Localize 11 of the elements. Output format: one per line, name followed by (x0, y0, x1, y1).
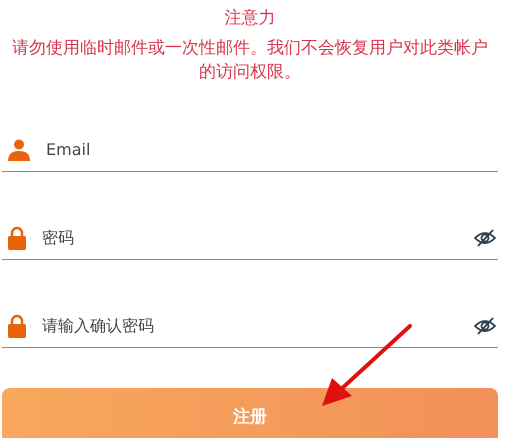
register-button[interactable]: 注册 (2, 388, 498, 438)
input-field[interactable]: Email (46, 136, 498, 162)
input-field[interactable]: 密码 (42, 224, 458, 250)
eye-slash-icon[interactable] (474, 316, 496, 334)
lock-icon (8, 314, 26, 338)
lock-icon (8, 226, 26, 250)
input-field[interactable]: 请输入确认密码 (42, 312, 458, 338)
notice-message: 请勿使用临时邮件或一次性邮件。我们不会恢复用户对此类帐户的访问权限。 (11, 37, 489, 84)
person-icon (8, 138, 30, 160)
notice-title: 注意力 (224, 7, 276, 30)
eye-slash-icon[interactable] (474, 228, 496, 246)
